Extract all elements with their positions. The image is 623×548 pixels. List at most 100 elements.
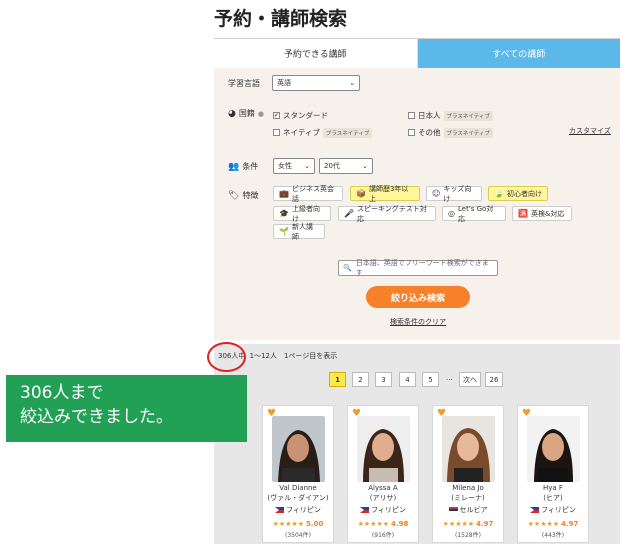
people-icon: 👥: [228, 161, 240, 172]
tab-bar: 予約できる講師 すべての講師: [214, 38, 620, 68]
eiken-icon: 🈵: [518, 209, 528, 218]
review-count: (916件): [371, 532, 395, 539]
star-rating-icons: ★★★★★: [357, 520, 390, 528]
teacher-name-ja: (ヴァル・ダイアン): [267, 494, 329, 502]
gender-select[interactable]: 女性 ⌄: [273, 158, 315, 174]
condition-label: 👥 条件: [228, 161, 258, 172]
option-label: 日本人: [418, 111, 441, 120]
teacher-country-label: フィリピン: [286, 506, 321, 514]
star-rating-icons: ★★★★★: [272, 520, 305, 528]
option-label: ネイティブ: [283, 128, 320, 137]
feature-tag-lets-go[interactable]: ◎ Let's Go対応: [442, 205, 506, 223]
teacher-name: Alyssa A: [368, 484, 398, 492]
teacher-country-label: フィリピン: [541, 506, 576, 514]
feature-label: 初心者向け: [506, 189, 542, 198]
annotation-callout: 306人まで 絞込みできました。: [6, 375, 247, 442]
teacher-card[interactable]: ♥ Hya F (ヒア) フィリピン ★★★★★ 4.97 (443件): [517, 405, 589, 543]
callout-line-1: 306人まで: [20, 383, 104, 403]
teacher-name: Val Dianne: [279, 484, 317, 492]
highlight-circle: [207, 342, 246, 372]
briefcase-icon: 💼: [279, 189, 289, 198]
feature-tag-experience[interactable]: 📦 講師歴3年以上: [350, 185, 420, 203]
tab-available-teachers[interactable]: 予約できる講師: [214, 39, 418, 68]
teacher-photo: [272, 416, 325, 482]
feature-tag-beginner[interactable]: 🍃 初心者向け: [488, 186, 548, 201]
page-button-1[interactable]: 1: [329, 372, 346, 387]
chevron-down-icon: ⌄: [349, 79, 355, 87]
rating-value: 4.98: [391, 520, 409, 528]
page-button-3[interactable]: 3: [375, 372, 392, 387]
checkbox[interactable]: [408, 112, 415, 119]
nationality-option-native[interactable]: ネイティブ プラスネイティブ: [273, 127, 373, 138]
feature-tag-eiken[interactable]: 🈵 英検&対応: [512, 206, 572, 221]
nationality-label: ◕ 国籍 ●: [228, 108, 264, 119]
feature-tag-kids[interactable]: ☺ キッズ向け: [426, 185, 482, 203]
plus-native-badge: プラスネイティブ: [443, 110, 493, 121]
language-select-value: 英語: [277, 79, 291, 87]
features-label: 🏷 特徴: [228, 190, 258, 201]
teacher-rating: ★★★★★ 4.97: [518, 520, 588, 528]
teacher-name-ja: (ヒア): [543, 494, 563, 502]
search-placeholder: 日本語、英語でフリーワード検索ができます: [355, 259, 489, 277]
next-page-button[interactable]: 次へ: [459, 372, 481, 387]
microphone-icon: 🎤: [344, 209, 354, 218]
teacher-rating: ★★★★★ 4.97: [433, 520, 503, 528]
result-count-range: 1～12人 1ページ目を表示: [249, 352, 338, 360]
callout-line-2: 絞込みできました。: [20, 407, 173, 427]
feature-tag-new-teacher[interactable]: 🌱 新人講師: [273, 223, 325, 241]
nationality-option-japanese[interactable]: 日本人 プラスネイティブ: [408, 110, 493, 121]
teacher-rating: ★★★★★ 5.00: [263, 520, 333, 528]
checkbox[interactable]: [273, 129, 280, 136]
pagination-ellipsis: ...: [446, 374, 453, 382]
teacher-country: セルビア: [433, 505, 503, 515]
filter-search-button[interactable]: 絞り込み検索: [366, 286, 470, 308]
features-label-text: 特徴: [242, 191, 259, 200]
philippines-flag-icon: [530, 507, 540, 513]
feature-tag-business[interactable]: 💼 ビジネス英会話: [273, 184, 343, 203]
page-button-4[interactable]: 4: [399, 372, 416, 387]
serbia-flag-icon: [448, 507, 458, 513]
review-count: (1528件): [455, 532, 481, 539]
teacher-photo: [527, 416, 580, 482]
globe-icon: ◕: [228, 108, 236, 119]
teacher-photo: [357, 416, 410, 482]
age-select[interactable]: 20代 ⌄: [319, 158, 373, 174]
teacher-country: フィリピン: [263, 505, 333, 515]
teacher-card[interactable]: ♥ Milena Jo (ミレーナ) セルビア ★★★★★ 4.97 (1528件…: [432, 405, 504, 543]
teacher-name: Hya F: [543, 484, 563, 492]
tag-icon: 🏷: [228, 190, 240, 201]
age-select-value: 20代: [324, 162, 340, 170]
language-label: 学習言語: [228, 79, 260, 88]
page-button-5[interactable]: 5: [422, 372, 439, 387]
teacher-name-ja: (アリサ): [369, 494, 397, 502]
tab-all-teachers[interactable]: すべての講師: [417, 39, 620, 68]
teacher-card[interactable]: ♥ Alyssa A (アリサ) フィリピン ★★★★★ 4.98 (916件): [347, 405, 419, 543]
gender-select-value: 女性: [278, 162, 292, 170]
help-icon[interactable]: ●: [258, 110, 264, 118]
clear-conditions-link[interactable]: 検索条件のクリア: [390, 317, 446, 327]
feature-label: ビジネス英会話: [291, 184, 334, 203]
checkbox[interactable]: ✔: [273, 112, 280, 119]
rating-value: 5.00: [306, 520, 324, 528]
freeword-search-input[interactable]: 🔍 日本語、英語でフリーワード検索ができます: [338, 259, 498, 277]
feature-tag-speaking-test[interactable]: 🎤 スピーキングテスト対応: [338, 205, 436, 223]
cube-icon: 📦: [356, 189, 366, 198]
page-button-2[interactable]: 2: [352, 372, 369, 387]
chevron-down-icon: ⌄: [304, 162, 310, 170]
go-icon: ◎: [448, 209, 455, 218]
star-rating-icons: ★★★★★: [527, 520, 560, 528]
nationality-label-text: 国籍: [238, 109, 255, 118]
customize-link[interactable]: カスタマイズ: [569, 126, 611, 136]
checkbox[interactable]: [408, 129, 415, 136]
review-count: (3504件): [285, 532, 311, 539]
teacher-card[interactable]: ♥ Val Dianne (ヴァル・ダイアン) フィリピン ★★★★★ 5.00 …: [262, 405, 334, 543]
teacher-country-label: セルビア: [459, 506, 488, 514]
nationality-option-standard[interactable]: ✔ スタンダード: [273, 110, 328, 121]
teacher-rating: ★★★★★ 4.98: [348, 520, 418, 528]
teacher-name-ja: (ミレーナ): [451, 494, 485, 502]
last-page-button[interactable]: 26: [485, 372, 503, 387]
nationality-option-other[interactable]: その他 プラスネイティブ: [408, 127, 493, 138]
language-select[interactable]: 英語 ⌄: [272, 75, 360, 91]
condition-label-text: 条件: [242, 162, 259, 171]
feature-tag-advanced[interactable]: 🎓 上級者向け: [273, 205, 331, 223]
